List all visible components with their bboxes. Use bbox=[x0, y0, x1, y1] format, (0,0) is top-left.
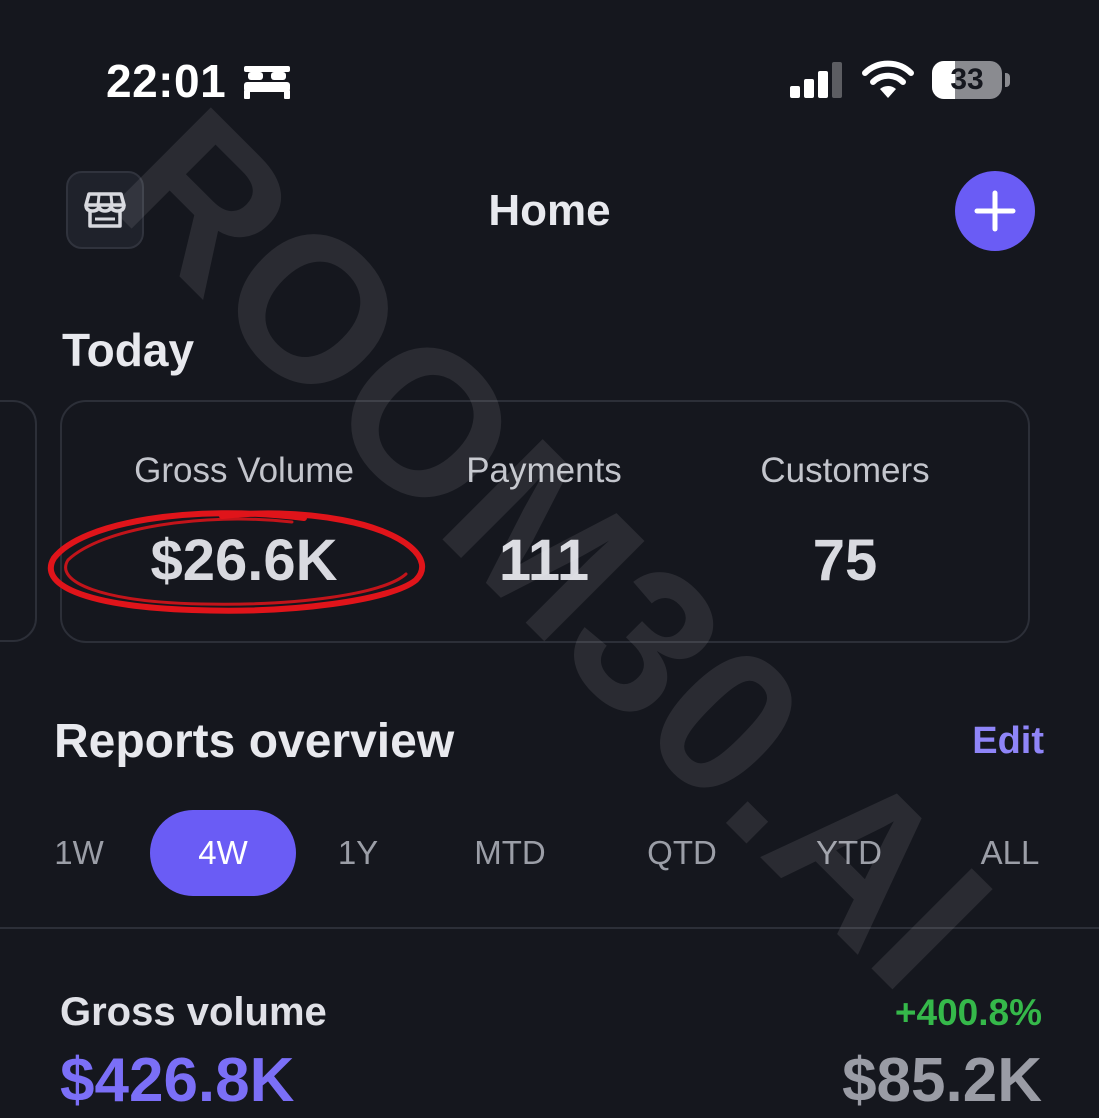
range-tab-1w[interactable]: 1W bbox=[42, 810, 116, 896]
today-title: Today bbox=[62, 324, 195, 376]
edit-reports-link[interactable]: Edit bbox=[960, 718, 1044, 764]
gross-volume-previous-value: $85.2K bbox=[842, 1046, 1042, 1115]
metric-customers-value: 75 bbox=[812, 528, 878, 593]
battery-icon: 33 bbox=[932, 61, 1002, 99]
previous-card[interactable] bbox=[0, 400, 37, 642]
gross-volume-change: +400.8% bbox=[894, 992, 1042, 1033]
reports-overview-title: Reports overview bbox=[54, 715, 455, 768]
metric-payments-value: 111 bbox=[498, 528, 590, 593]
plus-icon bbox=[974, 190, 1016, 232]
status-time: 22:01 bbox=[106, 55, 227, 107]
metric-payments-label: Payments bbox=[466, 451, 622, 490]
page-title: Home bbox=[488, 186, 611, 235]
gross-volume-value: $426.8K bbox=[60, 1046, 295, 1115]
range-tab-ytd[interactable]: YTD bbox=[796, 810, 902, 896]
range-tab-all[interactable]: ALL bbox=[962, 810, 1058, 896]
range-tab-qtd[interactable]: QTD bbox=[628, 810, 736, 896]
today-summary-card[interactable] bbox=[60, 400, 1030, 643]
battery-level: 33 bbox=[950, 63, 984, 96]
gross-volume-title: Gross volume bbox=[60, 990, 327, 1034]
range-tab-mtd[interactable]: MTD bbox=[456, 810, 564, 896]
metric-gross-volume-value: $26.6K bbox=[150, 528, 338, 593]
cellular-signal-icon bbox=[790, 62, 842, 98]
add-button[interactable] bbox=[955, 171, 1035, 251]
wifi-icon bbox=[862, 60, 914, 98]
bed-icon bbox=[244, 66, 290, 99]
metric-gross-volume-label: Gross Volume bbox=[134, 451, 354, 490]
battery-indicator: 33 bbox=[932, 61, 1012, 99]
range-tab-1y[interactable]: 1Y bbox=[320, 810, 396, 896]
range-tab-4w[interactable]: 4W bbox=[150, 810, 296, 896]
section-divider bbox=[0, 927, 1099, 929]
battery-nub bbox=[1005, 73, 1010, 87]
metric-customers-label: Customers bbox=[760, 451, 930, 490]
